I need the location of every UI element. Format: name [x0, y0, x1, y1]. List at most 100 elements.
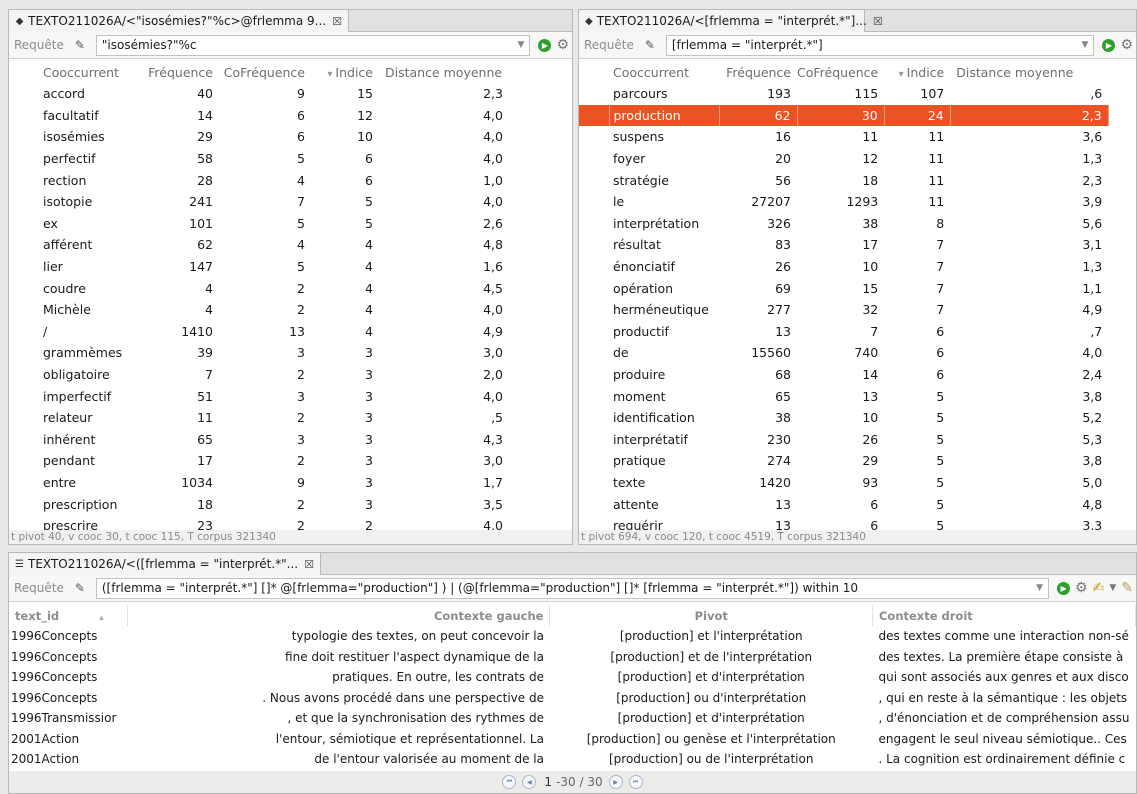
table-row[interactable]: pendant 17 2 3 3,0 [9, 450, 509, 472]
table-row[interactable]: résultat 83 17 7 3,1 [579, 234, 1108, 256]
chevron-down-icon[interactable]: ▼ [1109, 583, 1116, 593]
column-header-text-id-label: text_id [15, 608, 60, 623]
table-row[interactable]: prescription 18 2 3 3,5 [9, 493, 509, 515]
gear-icon[interactable]: ⚙ [1075, 580, 1088, 596]
concordance-row[interactable]: 1996Concepts . Nous avons procédé dans un… [9, 688, 1136, 709]
right-tab[interactable]: ◆ TEXTO211026A/<[frlemma = "interprét.*"… [579, 10, 883, 32]
cofrequence-cell: 18 [862, 172, 879, 188]
table-row[interactable]: parcours 193 115 107 ,6 [579, 83, 1108, 105]
table-row[interactable]: interprétatif 230 26 5 5,3 [579, 429, 1108, 451]
table-row[interactable]: coudre 4 2 4 4,5 [9, 277, 509, 299]
table-row[interactable]: de 15560 740 6 4,0 [579, 342, 1108, 364]
distance-cell: ,5 [491, 410, 503, 426]
table-row[interactable]: énonciatif 26 10 7 1,3 [579, 256, 1108, 278]
last-page-icon[interactable]: ⏭ [628, 775, 643, 789]
column-header-distance[interactable]: Distance moyenne [950, 62, 1108, 83]
table-row[interactable]: produire 68 14 6 2,4 [579, 364, 1108, 386]
left-query-input[interactable]: "isosémies?"%c ▼ [95, 34, 531, 56]
column-header-frequence[interactable]: Fréquence [141, 62, 219, 83]
table-row[interactable]: accord 40 9 15 2,3 [9, 83, 509, 105]
table-row[interactable]: perfectif 58 5 6 4,0 [9, 148, 509, 170]
table-row[interactable]: afférent 62 4 4 4,8 [9, 234, 509, 256]
table-row[interactable]: inhérent 65 3 3 4,3 [9, 429, 509, 451]
concordance-row[interactable]: 1996Concepts fine doit restituer l'aspect… [9, 647, 1136, 668]
column-header-indice[interactable]: ▾ Indice [884, 62, 950, 83]
column-header-cooccurrent[interactable]: Cooccurrent [39, 62, 141, 83]
table-row[interactable]: le 27207 1293 11 3,9 [579, 191, 1108, 213]
run-query-icon[interactable]: ▶ [538, 38, 552, 52]
query-assistant-wand-icon[interactable]: ✎ [70, 581, 90, 595]
table-row[interactable]: isosémies 29 6 10 4,0 [9, 126, 509, 148]
column-header-left-context[interactable]: Contexte gauche [127, 605, 551, 626]
table-row[interactable]: obligatoire 7 2 3 2,0 [9, 364, 509, 386]
column-header-pivot[interactable]: Pivot [549, 605, 873, 626]
table-row[interactable]: / 1410 13 4 4,9 [9, 321, 509, 343]
query-assistant-wand-icon[interactable]: ✎ [640, 38, 660, 52]
table-row[interactable]: lier 147 5 4 1,6 [9, 256, 509, 278]
column-header-cooccurrent[interactable]: Cooccurrent [609, 62, 719, 83]
concordance-row[interactable]: 1996Concepts typologie des textes, on peu… [9, 626, 1136, 647]
concordance-row[interactable]: 2001Action l'entour, sémiotique et représ… [9, 729, 1136, 750]
row-gutter [579, 169, 609, 191]
concordance-row[interactable]: 2001Action de l'entour valorisée au momen… [9, 749, 1136, 770]
table-row[interactable]: stratégie 56 18 11 2,3 [579, 169, 1108, 191]
highlight-icon[interactable]: ✍ [1093, 580, 1105, 596]
column-header-distance[interactable]: Distance moyenne [379, 62, 509, 83]
first-page-icon[interactable]: ⏮ [502, 775, 517, 789]
table-row[interactable]: relateur 11 2 3 ,5 [9, 407, 509, 429]
table-row[interactable]: texte 1420 93 5 5,0 [579, 472, 1108, 494]
cofrequence-cell: 6 [870, 496, 879, 512]
close-icon[interactable]: ☒ [873, 15, 883, 28]
column-header-cofrequence[interactable]: CoFréquence [797, 62, 884, 83]
previous-page-icon[interactable]: ◀ [522, 775, 537, 789]
table-row[interactable]: opération 69 15 7 1,1 [579, 277, 1108, 299]
query-assistant-wand-icon[interactable]: ✎ [70, 38, 90, 52]
table-row[interactable]: suspens 16 11 11 3,6 [579, 126, 1108, 148]
bottom-query-input[interactable]: ([frlemma = "interprét.*"] []* @[frlemma… [95, 577, 1050, 599]
chevron-down-icon[interactable]: ▼ [1082, 40, 1089, 50]
table-row[interactable]: ex 101 5 5 2,6 [9, 213, 509, 235]
close-icon[interactable]: ☒ [304, 558, 314, 571]
table-row[interactable]: interprétation 326 38 8 5,6 [579, 213, 1108, 235]
close-icon[interactable]: ☒ [332, 15, 342, 28]
edit-icon[interactable]: ✎ [1121, 580, 1133, 596]
chevron-down-icon[interactable]: ▼ [518, 40, 525, 50]
table-row[interactable]: herméneutique 277 32 7 4,9 [579, 299, 1108, 321]
table-row[interactable]: rection 28 4 6 1,0 [9, 169, 509, 191]
table-row[interactable]: facultatif 14 6 12 4,0 [9, 105, 509, 127]
chevron-down-icon[interactable]: ▼ [1036, 583, 1043, 593]
right-query-text: [frlemma = "interprét.*"] [671, 38, 823, 52]
table-row[interactable]: production 62 30 24 2,3 [579, 104, 1109, 127]
column-header-frequence[interactable]: Fréquence [719, 62, 797, 83]
column-header-indice[interactable]: ▾ Indice [311, 62, 379, 83]
column-header-right-context[interactable]: Contexte droit [872, 605, 1136, 626]
table-row[interactable]: pratique 274 29 5 3,8 [579, 450, 1108, 472]
table-row[interactable]: imperfectif 51 3 3 4,0 [9, 385, 509, 407]
left-tab[interactable]: ◆ TEXTO211026A/<"isosémies?"%c>@frlemma … [9, 10, 349, 32]
table-row[interactable]: identification 38 10 5 5,2 [579, 407, 1108, 429]
table-row[interactable]: Michèle 4 2 4 4,0 [9, 299, 509, 321]
table-row[interactable]: prescrire 23 2 2 4,0 [9, 515, 509, 530]
gear-icon[interactable]: ⚙ [1120, 37, 1133, 53]
table-row[interactable]: requérir 13 6 5 3,3 [579, 515, 1108, 530]
indice-cell: 3 [365, 388, 373, 404]
table-row[interactable]: entre 1034 9 3 1,7 [9, 472, 509, 494]
next-page-icon[interactable]: ▶ [608, 775, 623, 789]
column-header-text-id[interactable]: text_id ▴ [9, 605, 129, 626]
row-gutter [579, 472, 609, 494]
column-header-cofrequence[interactable]: CoFréquence [219, 62, 311, 83]
table-row[interactable]: foyer 20 12 11 1,3 [579, 148, 1108, 170]
run-query-icon[interactable]: ▶ [1057, 581, 1071, 595]
table-row[interactable]: attente 13 6 5 4,8 [579, 493, 1108, 515]
right-query-input[interactable]: [frlemma = "interprét.*"] ▼ [665, 34, 1095, 56]
gear-icon[interactable]: ⚙ [556, 37, 569, 53]
concordance-row[interactable]: 1996Concepts pratiques. En outre, les con… [9, 667, 1136, 688]
table-row[interactable]: productif 13 7 6 ,7 [579, 321, 1108, 343]
table-row[interactable]: isotopie 241 7 5 4,0 [9, 191, 509, 213]
table-row[interactable]: grammèmes 39 3 3 3,0 [9, 342, 509, 364]
distance-cell: 3,0 [483, 345, 503, 361]
run-query-icon[interactable]: ▶ [1102, 38, 1116, 52]
table-row[interactable]: moment 65 13 5 3,8 [579, 385, 1108, 407]
bottom-tab[interactable]: ☰ TEXTO211026A/<([frlemma = "interprét.*… [9, 553, 321, 575]
concordance-row[interactable]: 1996Transmissior , et que la synchronisat… [9, 708, 1136, 729]
